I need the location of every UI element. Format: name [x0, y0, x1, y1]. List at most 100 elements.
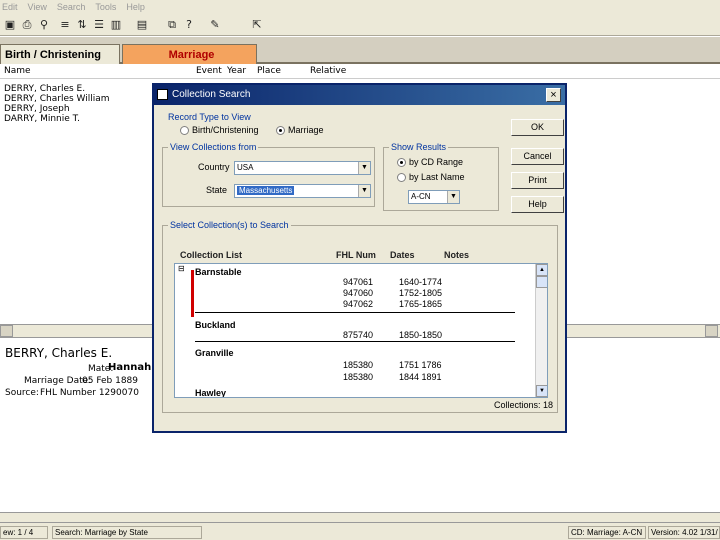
- list-item[interactable]: DERRY, Joseph: [4, 104, 110, 114]
- state-label: State: [206, 185, 228, 195]
- source-label: Source:: [5, 388, 39, 398]
- menu-search[interactable]: Search: [57, 2, 86, 12]
- collection-listbox[interactable]: ⊟ Barnstable 947061 1640-1774 947060 175…: [174, 263, 548, 398]
- view-collections-heading: View Collections from: [168, 142, 259, 152]
- radio-marriage-label: Marriage: [288, 125, 324, 135]
- date-range: 1765-1865: [399, 299, 443, 309]
- menu-view[interactable]: View: [28, 2, 47, 12]
- radio-by-last-name[interactable]: [397, 173, 406, 182]
- toolbar: ▣ ⎙ ⚲ ≡ ⇅ ☰ ▥ ▤ ⧉ ? ✎ ⇱: [0, 14, 720, 36]
- tab-birth-christening[interactable]: Birth / Christening: [0, 44, 120, 64]
- collection-name[interactable]: Buckland: [195, 320, 236, 330]
- country-value: USA: [237, 163, 254, 172]
- col-year[interactable]: Year: [227, 66, 246, 76]
- ok-button[interactable]: OK: [511, 119, 564, 136]
- list-item[interactable]: DERRY, Charles William: [4, 94, 110, 104]
- country-label: Country: [198, 162, 230, 172]
- header-notes: Notes: [444, 250, 470, 260]
- cd-range-select[interactable]: A-CN ▼: [408, 190, 460, 204]
- header-collection-list: Collection List: [180, 250, 243, 260]
- filter-icon[interactable]: ≡: [58, 18, 72, 32]
- scroll-right-arrow[interactable]: [705, 325, 718, 337]
- chevron-down-icon[interactable]: ▼: [447, 191, 459, 203]
- help-button[interactable]: Help: [511, 196, 564, 213]
- tab-marriage[interactable]: Marriage: [122, 44, 257, 64]
- collection-divider: [195, 312, 515, 313]
- status-version: Version: 4.02 1/31/: [648, 526, 720, 539]
- menu-edit[interactable]: Edit: [2, 2, 18, 12]
- find-icon[interactable]: ⚲: [37, 18, 51, 32]
- country-select[interactable]: USA ▼: [234, 161, 371, 175]
- collection-search-dialog: Collection Search × Record Type to View …: [152, 83, 567, 433]
- expand-icon[interactable]: ⊟: [178, 264, 185, 273]
- selection-marker: [191, 270, 194, 317]
- view-collections-group: [162, 147, 375, 207]
- fhl-number: 947060: [343, 288, 374, 298]
- list-item[interactable]: DERRY, Charles E.: [4, 84, 110, 94]
- state-select[interactable]: Massachusetts ▼: [234, 184, 371, 198]
- menu-help[interactable]: Help: [126, 2, 145, 12]
- scroll-up-arrow[interactable]: ▲: [536, 264, 547, 276]
- radio-last-name-label: by Last Name: [409, 172, 465, 182]
- save-icon[interactable]: ▣: [3, 18, 17, 32]
- list-icon[interactable]: ☰: [92, 18, 106, 32]
- print-button[interactable]: Print: [511, 172, 564, 189]
- fhl-number: 875740: [343, 330, 374, 340]
- cd-range-value: A-CN: [411, 192, 431, 201]
- collection-scrollbar[interactable]: ▲ ▼: [535, 264, 547, 397]
- radio-birth-christening[interactable]: [180, 126, 189, 135]
- book-icon[interactable]: ▤: [135, 18, 149, 32]
- col-name[interactable]: Name: [4, 66, 31, 76]
- col-place[interactable]: Place: [257, 66, 281, 76]
- radio-cd-range-label: by CD Range: [409, 157, 464, 167]
- radio-by-cd-range[interactable]: [397, 158, 406, 167]
- marriage-date-value: 05 Feb 1889: [82, 376, 139, 386]
- detail-name: BERRY, Charles E.: [5, 346, 113, 360]
- col-event[interactable]: Event: [196, 66, 222, 76]
- print-icon[interactable]: ⎙: [20, 18, 34, 32]
- dialog-title: Collection Search: [172, 89, 251, 100]
- chevron-down-icon[interactable]: ▼: [358, 185, 370, 197]
- fhl-number: 947062: [343, 299, 374, 309]
- dialog-title-bar[interactable]: Collection Search ×: [154, 85, 565, 105]
- status-record: ew: 1 / 4: [0, 526, 48, 539]
- status-search: Search: Marriage by State: [52, 526, 202, 539]
- sort-icon[interactable]: ⇅: [75, 18, 89, 32]
- collections-count: Collections: 18: [494, 400, 554, 410]
- help-icon[interactable]: ?: [182, 18, 196, 32]
- scroll-thumb[interactable]: [536, 276, 547, 288]
- menu-bar: Edit View Search Tools Help: [0, 0, 720, 14]
- cancel-button[interactable]: Cancel: [511, 148, 564, 165]
- chevron-down-icon[interactable]: ▼: [358, 162, 370, 174]
- radio-birth-label: Birth/Christening: [192, 125, 259, 135]
- collection-name[interactable]: Granville: [195, 348, 234, 358]
- collection-name[interactable]: Hawley: [195, 388, 226, 397]
- date-range: 1640-1774: [399, 277, 443, 287]
- status-bar: ew: 1 / 4 Search: Marriage by State CD: …: [0, 522, 720, 540]
- scroll-left-arrow[interactable]: [0, 325, 13, 337]
- col-relative[interactable]: Relative: [310, 66, 346, 76]
- export-icon[interactable]: ⇱: [250, 18, 264, 32]
- show-results-heading: Show Results: [389, 142, 449, 152]
- close-button[interactable]: ×: [546, 88, 561, 102]
- menu-tools[interactable]: Tools: [95, 2, 116, 12]
- results-list: DERRY, Charles E. DERRY, Charles William…: [4, 84, 110, 124]
- select-collections-heading: Select Collection(s) to Search: [168, 220, 291, 230]
- state-value: Massachusetts: [237, 186, 295, 195]
- list-item[interactable]: DARRY, Minnie T.: [4, 114, 110, 124]
- scroll-down-arrow[interactable]: ▼: [536, 385, 547, 397]
- status-collection: CD: Marriage: A-CN: [568, 526, 646, 539]
- details-scrollbar[interactable]: [0, 512, 720, 522]
- radio-marriage[interactable]: [276, 126, 285, 135]
- collection-divider: [195, 341, 515, 342]
- results-column-header: Name Event Year Place Relative: [0, 64, 720, 79]
- dialog-app-icon: [157, 89, 168, 100]
- tab-strip: Birth / Christening Marriage: [0, 37, 720, 64]
- fhl-number: 185380: [343, 372, 374, 382]
- collection-name[interactable]: Barnstable: [195, 267, 242, 277]
- copy-icon[interactable]: ⧉: [165, 18, 179, 32]
- help-pointer-icon[interactable]: ✎: [208, 18, 222, 32]
- date-range: 1752-1805: [399, 288, 443, 298]
- header-dates: Dates: [390, 250, 415, 260]
- columns-icon[interactable]: ▥: [109, 18, 123, 32]
